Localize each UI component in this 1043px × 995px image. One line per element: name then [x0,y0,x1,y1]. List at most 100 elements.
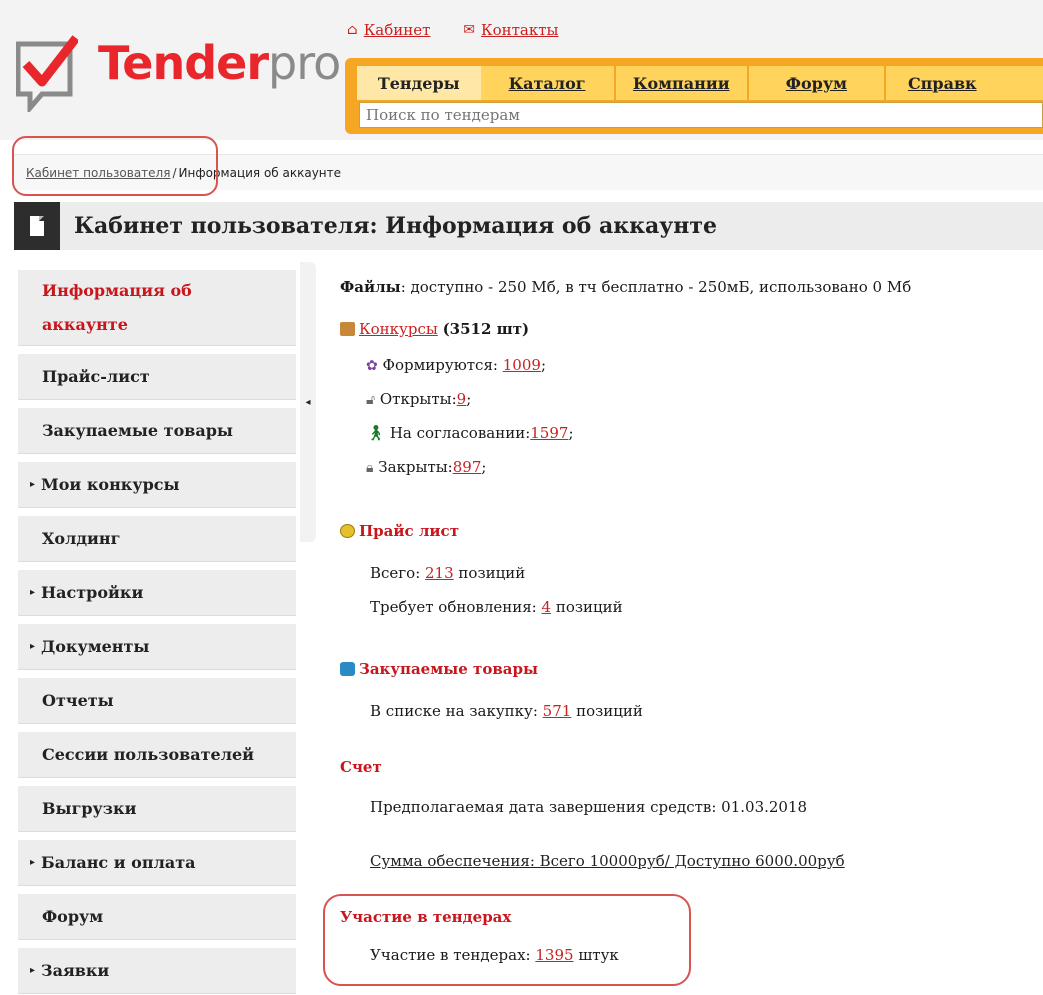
sidebar-item-label: Сессии пользователей [42,745,255,764]
sidebar-item-label: Форум [42,907,104,926]
box-icon [340,662,355,676]
pricelist-total-row: Всего: 213 позиций [370,564,526,582]
unlocked-icon: 🔓︎ [366,392,376,408]
cabinet-link-label[interactable]: Кабинет [364,21,431,39]
open-value-link[interactable]: 9 [457,390,467,408]
sidebar-item-balance[interactable]: ▸ Баланс и оплата [18,840,296,886]
open-label: Открыты: [379,390,457,408]
top-links: ⌂ Кабинет ✉ Контакты [347,20,586,39]
sidebar-item-label: Отчеты [42,691,114,710]
sidebar-item-user-sessions[interactable]: Сессии пользователей [18,732,296,778]
chevron-right-icon: ▸ [30,587,36,598]
sidebar-item-my-contests[interactable]: ▸ Мои конкурсы [18,462,296,508]
contests-closed-row: 🔒︎ Закрыты:897; [366,458,486,476]
sidebar-item-requests[interactable]: ▸ Заявки [18,948,296,994]
contacts-link[interactable]: ✉ Контакты [463,21,558,39]
sidebar-item-label: Баланс и оплата [41,853,196,872]
tender-search-input[interactable] [359,102,1043,128]
sidebar-item-account-info[interactable]: Информация об аккаунте [18,270,296,346]
closed-end: ; [481,458,487,476]
sidebar-item-documents[interactable]: ▸ Документы [18,624,296,670]
sidebar-item-label: Прайс-лист [42,367,150,386]
briefcase-icon [340,322,355,336]
pricelist-update-row: Требует обновления: 4 позиций [370,598,623,616]
lock-icon: 🔒︎ [366,460,374,476]
document-icon [14,202,60,250]
files-row: Файлы: доступно - 250 Мб, в тч бесплатно… [340,278,911,296]
sidebar-item-label: Выгрузки [42,799,137,818]
contacts-link-label[interactable]: Контакты [481,21,559,39]
contests-link[interactable]: Конкурсы [359,320,438,338]
security-amount-link[interactable]: Сумма обеспечения: Всего 10000руб/ Досту… [370,852,845,870]
funds-expiry-text: Предполагаемая дата завершения средств: … [370,798,808,816]
account-section-title: Счет [340,758,382,776]
contests-approval-row: 🚶︎ На согласовании:1597; [366,424,574,442]
flower-icon: ✿ [366,358,378,374]
purchases-section-title: Закупаемые товары [340,660,538,678]
cabinet-link[interactable]: ⌂ Кабинет [347,21,430,39]
main-navbar: Тендеры Каталог Компании Форум Справк [345,58,1043,134]
sidebar-item-label: Документы [41,637,150,656]
chevron-right-icon: ▸ [30,857,36,868]
chevron-left-icon: ◂ [305,396,311,408]
sidebar-item-label: Мои конкурсы [41,475,180,494]
sidebar-collapse-handle[interactable]: ◂ [300,262,316,542]
sidebar-item-label-line2: аккаунте [42,314,128,334]
sidebar-item-reports[interactable]: Отчеты [18,678,296,724]
pricelist-update-link[interactable]: 4 [542,598,552,616]
sidebar-item-forum[interactable]: Форум [18,894,296,940]
contests-forming-row: ✿ Формируются: 1009; [366,356,546,374]
contests-count: (3512 шт) [442,320,530,338]
open-end: ; [466,390,472,408]
chevron-right-icon: ▸ [30,641,36,652]
tab-tenders[interactable]: Тендеры [357,66,481,100]
files-text: : доступно - 250 Мб, в тч бесплатно - 25… [400,278,912,296]
nav-tabs: Тендеры Каталог Компании Форум Справк [357,66,1043,100]
chevron-right-icon: ▸ [30,965,36,976]
page-title-bar: Кабинет пользователя: Информация об акка… [14,202,1043,250]
mail-icon: ✉ [463,22,475,38]
tab-companies[interactable]: Компании [615,66,747,100]
tab-help[interactable]: Справк [885,66,1043,100]
breadcrumb-highlight-circle [12,136,218,196]
sidebar-item-label: Заявки [41,961,110,980]
closed-value-link[interactable]: 897 [453,458,482,476]
site-header: Tenderpro ⌂ Кабинет ✉ Контакты Тендеры К… [0,0,1043,140]
pricelist-total-link[interactable]: 213 [425,564,454,582]
approval-label: На согласовании: [389,424,531,442]
closed-label: Закрыты: [378,458,453,476]
forming-end: ; [540,356,546,374]
sidebar-item-settings[interactable]: ▸ Настройки [18,570,296,616]
approval-end: ; [568,424,574,442]
participation-highlight-circle [323,894,691,986]
files-label: Файлы [340,278,401,296]
sidebar-item-exports[interactable]: Выгрузки [18,786,296,832]
sidebar-item-label: Настройки [41,583,144,602]
forming-value-link[interactable]: 1009 [503,356,541,374]
coin-icon [340,524,355,538]
contests-open-row: 🔓︎ Открыты:9; [366,390,471,408]
logo-check-icon [16,35,78,112]
account-info-content: Файлы: доступно - 250 Мб, в тч бесплатно… [330,262,1043,995]
forming-label: Формируются: [382,356,503,374]
sidebar-item-pricelist[interactable]: Прайс-лист [18,354,296,400]
walking-man-icon: 🚶︎ [366,424,386,442]
sidebar-item-label: Информация об [42,280,192,300]
chevron-right-icon: ▸ [30,479,36,490]
purchases-row: В списке на закупку: 571 позиций [370,702,643,720]
pricelist-section-title: Прайс лист [340,522,459,540]
sidebar-item-label: Закупаемые товары [42,421,233,440]
tab-catalog[interactable]: Каталог [480,66,614,100]
tab-forum[interactable]: Форум [748,66,884,100]
sidebar-item-purchased-goods[interactable]: Закупаемые товары [18,408,296,454]
logo-text: Tenderpro [98,36,341,90]
sidebar-menu: Информация об аккаунте Прайс-лист Закупа… [14,262,304,995]
approval-value-link[interactable]: 1597 [530,424,568,442]
sidebar-item-label: Холдинг [42,529,121,548]
contests-row: Конкурсы (3512 шт) [340,320,529,338]
tenderpro-logo[interactable]: Tenderpro [16,28,341,118]
sidebar-item-holding[interactable]: Холдинг [18,516,296,562]
home-icon: ⌂ [347,22,358,38]
page-title: Кабинет пользователя: Информация об акка… [74,213,718,239]
purchases-link[interactable]: 571 [543,702,572,720]
